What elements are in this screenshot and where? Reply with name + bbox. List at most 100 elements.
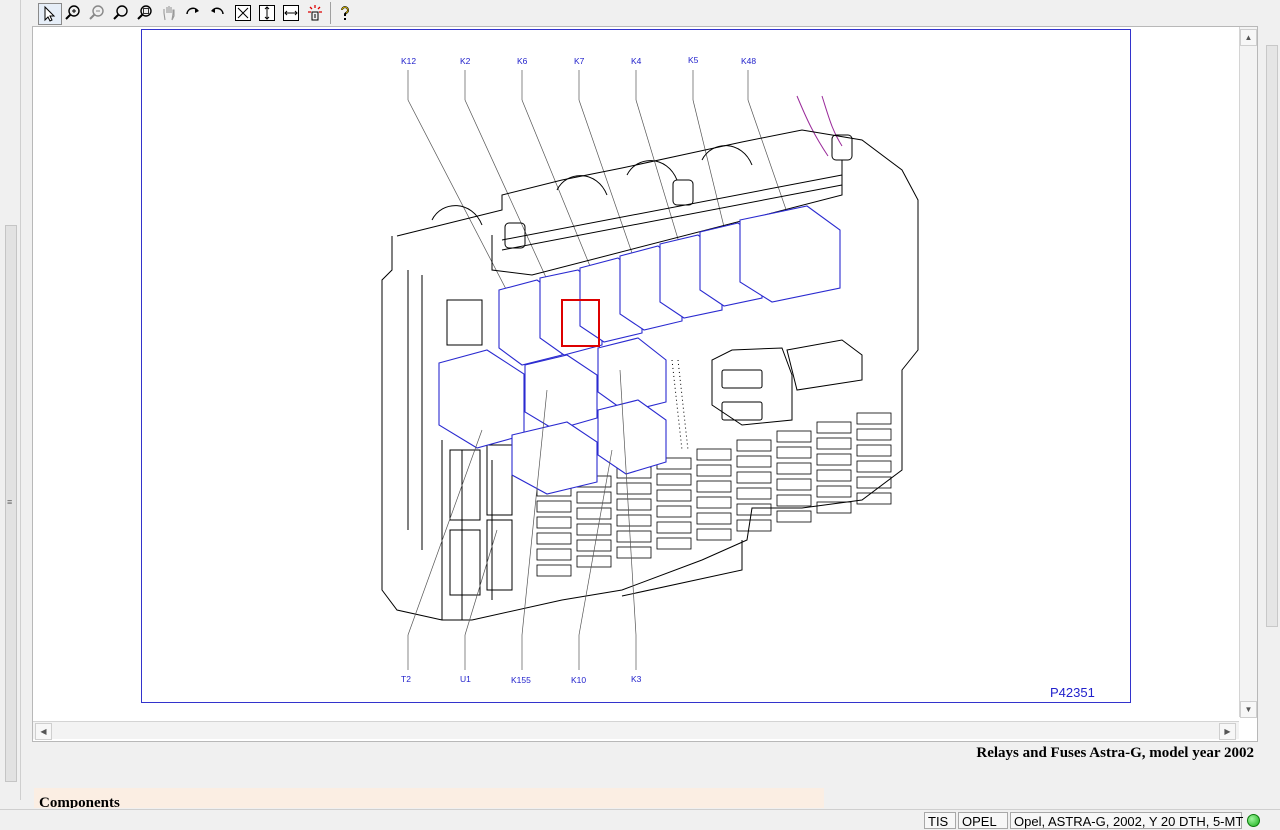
scroll-up-icon[interactable]: ▲	[1240, 29, 1257, 46]
fuse-slot	[736, 455, 772, 468]
fuse-slot	[776, 446, 812, 459]
drawing-viewer[interactable]: K12 K2 K6 K7 K4 K5 K48 T2 U1 K155 K10 K3…	[32, 26, 1258, 742]
fuse-slot	[536, 548, 572, 561]
fuse-slot	[736, 487, 772, 500]
fuse-slot	[816, 453, 852, 466]
fuse-slot	[576, 507, 612, 520]
label-k10: K10	[571, 675, 586, 685]
fuse-slot	[856, 492, 892, 505]
label-k12: K12	[401, 56, 416, 66]
fuse-slot	[696, 528, 732, 541]
fuse-slot	[816, 469, 852, 482]
fuse-slot	[816, 485, 852, 498]
status-bar: TIS OPEL Opel, ASTRA-G, 2002, Y 20 DTH, …	[0, 809, 1280, 830]
drawing-id: P42351	[1050, 685, 1095, 700]
rotate-right-icon	[186, 7, 199, 15]
fuse-slot	[856, 460, 892, 473]
fuse-slot	[616, 530, 652, 543]
zoom-in-button[interactable]	[62, 3, 84, 23]
zoom-in-icon	[65, 5, 80, 20]
fuse-slot	[816, 421, 852, 434]
highlight-icon	[308, 5, 322, 21]
label-k4: K4	[631, 56, 642, 66]
fuse-slot	[656, 521, 692, 534]
components-section-header: Components	[34, 788, 824, 808]
select-arrow-icon	[44, 5, 56, 22]
highlight-button[interactable]	[304, 3, 326, 23]
fuse-slot	[776, 510, 812, 523]
fuse-slot	[696, 448, 732, 461]
fuse-slot	[736, 439, 772, 452]
fuse-slot	[856, 428, 892, 441]
fuse-slot	[696, 496, 732, 509]
zoom-button[interactable]	[110, 3, 132, 23]
zoom-window-button[interactable]	[134, 3, 156, 23]
viewer-toolbar	[36, 0, 1256, 26]
help-icon	[341, 6, 349, 20]
fit-height-icon	[259, 5, 275, 21]
label-k155: K155	[511, 675, 531, 685]
scroll-down-icon[interactable]: ▼	[1240, 701, 1257, 718]
fuse-slot	[696, 480, 732, 493]
zoom-out-button[interactable]	[86, 3, 108, 23]
scroll-right-icon[interactable]: ▶	[1219, 723, 1236, 740]
pan-hand-button[interactable]	[158, 3, 180, 23]
fuse-slot	[656, 505, 692, 518]
fuse-slot	[736, 503, 772, 516]
page-scrollbar[interactable]	[1262, 0, 1280, 800]
rotate-left-button[interactable]	[206, 3, 228, 23]
viewer-vertical-scrollbar[interactable]: ▲ ▼	[1239, 27, 1257, 718]
fuse-slot	[536, 500, 572, 513]
fuse-slot	[776, 494, 812, 507]
zoom-window-icon	[137, 5, 152, 20]
fuse-slot	[736, 471, 772, 484]
status-brand: OPEL	[958, 812, 1008, 829]
fuse-slot	[856, 412, 892, 425]
label-k5: K5	[688, 55, 699, 65]
fuse-slot	[536, 532, 572, 545]
fuse-slot	[656, 489, 692, 502]
fuse-slot	[776, 430, 812, 443]
fuse-slot	[616, 482, 652, 495]
fuse-slot	[776, 478, 812, 491]
rotate-right-button[interactable]	[182, 3, 204, 23]
fit-width-icon	[283, 5, 299, 21]
fuse-slot	[736, 519, 772, 532]
page-scrollbar-track[interactable]	[1266, 45, 1278, 627]
viewer-horizontal-scrollbar[interactable]: ◀ ▶	[33, 721, 1239, 740]
fit-width-button[interactable]	[280, 3, 302, 23]
label-k3: K3	[631, 674, 642, 684]
fuse-slot	[576, 523, 612, 536]
fit-all-button[interactable]	[232, 3, 254, 23]
fuse-slot	[856, 444, 892, 457]
status-vehicle: Opel, ASTRA-G, 2002, Y 20 DTH, 5-MT	[1010, 812, 1243, 829]
label-t2: T2	[401, 674, 411, 684]
label-k48: K48	[741, 56, 756, 66]
fit-height-button[interactable]	[256, 3, 278, 23]
rotate-left-icon	[211, 7, 224, 15]
label-k6: K6	[517, 56, 528, 66]
fuse-slot	[696, 464, 732, 477]
fit-all-icon	[235, 5, 251, 21]
select-arrow-button[interactable]	[38, 3, 62, 25]
left-scrollbar[interactable]: ≡	[0, 0, 21, 800]
left-scrollbar-grip[interactable]: ≡	[7, 497, 12, 507]
fuse-slot	[616, 498, 652, 511]
fuse-slot	[536, 564, 572, 577]
fuse-slot	[696, 512, 732, 525]
fuse-slot	[576, 491, 612, 504]
status-app: TIS	[924, 812, 956, 829]
pan-hand-icon	[163, 6, 175, 21]
scroll-left-icon[interactable]: ◀	[35, 723, 52, 740]
fuse-slot	[576, 555, 612, 568]
fuse-slot	[656, 537, 692, 550]
help-button[interactable]	[334, 3, 356, 23]
connection-status-icon	[1247, 814, 1260, 827]
fuse-slot	[776, 462, 812, 475]
label-u1: U1	[460, 674, 471, 684]
fuse-slot	[816, 437, 852, 450]
drawing-frame: K12 K2 K6 K7 K4 K5 K48 T2 U1 K155 K10 K3…	[141, 29, 1131, 703]
fuse-box-drawing: K12 K2 K6 K7 K4 K5 K48 T2 U1 K155 K10 K3…	[381, 55, 1095, 700]
fuse-slot	[656, 473, 692, 486]
zoom-icon	[113, 5, 128, 20]
